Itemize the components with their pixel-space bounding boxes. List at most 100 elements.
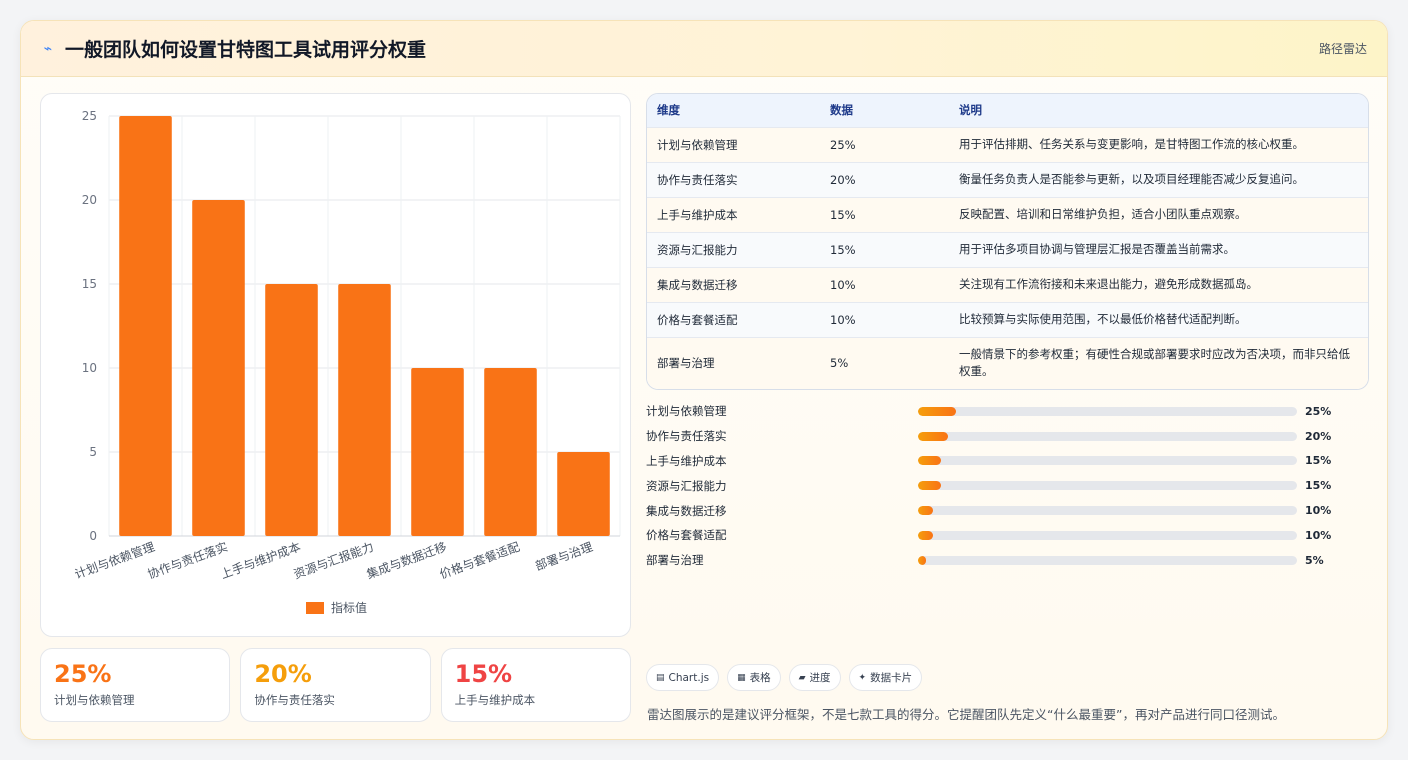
- table-cell-value: 5%: [820, 336, 949, 389]
- progress-row: 计划与依赖管理 25%: [646, 399, 1369, 424]
- progress-label: 协作与责任落实: [646, 429, 727, 444]
- y-tick-label: 15: [82, 277, 97, 291]
- tech-pill: ▦ 表格: [727, 664, 781, 691]
- stat-label: 计划与依赖管理: [54, 693, 135, 707]
- x-tick-label: 价格与套餐适配: [437, 539, 521, 582]
- progress-track: [918, 481, 1297, 491]
- progress-value: 15%: [1305, 454, 1332, 468]
- weight-table: 维度 数据 说明 计划与依赖管理 25% 用于评估排期、任务关系与变更影响，是甘特图…: [647, 94, 1368, 389]
- tech-pill-label: 数据卡片: [870, 672, 913, 684]
- tech-pill-label: 表格: [749, 672, 771, 684]
- table-icon: ▦: [737, 672, 746, 683]
- y-tick-label: 5: [89, 445, 97, 459]
- progress-track: [918, 431, 1297, 441]
- table-cell-value: 15%: [820, 196, 949, 232]
- progress-fill: [918, 456, 941, 466]
- progress-row: 协作与责任落实 20%: [646, 424, 1369, 449]
- tech-pill-label: 进度: [809, 672, 831, 684]
- tech-pill-label: Chart.js: [668, 671, 710, 684]
- progress-value: 10%: [1305, 528, 1332, 542]
- table-cell-dimension: 部署与治理: [647, 336, 820, 389]
- x-tick-label: 协作与责任落实: [145, 539, 229, 582]
- stat-card: 25% 计划与依赖管理: [40, 648, 231, 722]
- y-tick-label: 25: [82, 109, 97, 123]
- legend-swatch: [306, 602, 324, 614]
- stat-card: 20% 协作与责任落实: [240, 648, 431, 722]
- y-tick-label: 20: [82, 193, 97, 207]
- stat-value: 25%: [54, 660, 112, 688]
- table-header-data: 数据: [830, 103, 853, 118]
- progress-value: 10%: [1305, 504, 1332, 518]
- y-tick-label: 0: [89, 529, 97, 543]
- table-row: 上手与维护成本 15% 反映配置、培训和日常维护负担，适合小团队重点观察。: [647, 196, 1368, 232]
- progress-track: [918, 555, 1297, 565]
- tech-pills: ▤ Chart.js ▦ 表格 ▰ 进度 ✦ 数据卡片: [646, 664, 923, 691]
- table-cell-description: 关注现有工作流衔接和未来退出能力，避免形成数据孤岛。: [949, 266, 1368, 302]
- x-tick-label-group: 上手与维护成本: [219, 540, 303, 582]
- table-cell-description: 用于评估多项目协调与管理层汇报是否覆盖当前需求。: [949, 231, 1368, 267]
- table-cell-description: 反映配置、培训和日常维护负担，适合小团队重点观察。: [949, 196, 1368, 232]
- x-tick-label-group: 部署与治理: [533, 539, 595, 574]
- x-tick-label: 计划与依赖管理: [72, 539, 156, 582]
- bar: [192, 200, 245, 536]
- table-cell-dimension: 集成与数据迁移: [647, 266, 820, 302]
- spark-icon: ⌁: [43, 40, 53, 57]
- progress-label: 资源与汇报能力: [646, 478, 727, 493]
- progress-label: 计划与依赖管理: [646, 404, 727, 419]
- table-cell-description: 一般情景下的参考权重；有硬性合规或部署要求时应改为否决项，而非只给低权重。: [949, 336, 1368, 389]
- progress-fill: [918, 406, 956, 416]
- progress-track: [918, 456, 1297, 466]
- x-tick-label-group: 协作与责任落实: [145, 539, 229, 582]
- table-cell-value: 15%: [820, 231, 949, 267]
- progress-value: 5%: [1305, 553, 1324, 567]
- x-tick-label: 资源与汇报能力: [291, 539, 375, 582]
- table-cell-value: 25%: [820, 126, 949, 162]
- bar: [484, 368, 537, 536]
- progress-track: [918, 406, 1297, 416]
- table-row: 计划与依赖管理 25% 用于评估排期、任务关系与变更影响，是甘特图工作流的核心权重。: [647, 126, 1368, 162]
- bar: [338, 284, 391, 536]
- footnote: 雷达图展示的是建议评分框架，不是七款工具的得分。它提醒团队先定义“什么最重要”，…: [647, 707, 1285, 722]
- progress-fill: [918, 431, 949, 441]
- table-row: 资源与汇报能力 15% 用于评估多项目协调与管理层汇报是否覆盖当前需求。: [647, 231, 1368, 267]
- stat-card: 15% 上手与维护成本: [440, 648, 631, 722]
- progress-fill: [918, 555, 926, 565]
- stat-cards: 25% 计划与依赖管理 20% 协作与责任落实 15% 上手与维护成本: [40, 648, 631, 722]
- x-tick-label-group: 价格与套餐适配: [437, 539, 521, 582]
- main-card: ⌁ 一般团队如何设置甘特图工具试用评分权重 路径雷达 0 5 10 15 20 25 计划与…: [20, 20, 1388, 740]
- progress-fill: [918, 530, 934, 540]
- tech-pill: ▤ Chart.js: [646, 664, 720, 691]
- table-cell-description: 衡量任务负责人是否能参与更新，以及项目经理能否减少反复追问。: [949, 161, 1368, 197]
- header: ⌁ 一般团队如何设置甘特图工具试用评分权重 路径雷达: [21, 21, 1387, 77]
- progress-row: 价格与套餐适配 10%: [646, 523, 1369, 548]
- stat-label: 协作与责任落实: [254, 693, 335, 707]
- progress-icon: ▰: [798, 672, 806, 683]
- x-tick-label: 集成与数据迁移: [364, 539, 448, 582]
- bar: [265, 284, 318, 536]
- x-tick-label-group: 资源与汇报能力: [291, 539, 375, 582]
- bar: [411, 368, 464, 536]
- bar-chart: 0 5 10 15 20 25 计划与依赖管理协作与责任落实上手与维护成本资源与汇报能力集成…: [72, 109, 621, 615]
- x-tick-label: 部署与治理: [533, 539, 595, 574]
- legend-label: 指标值: [331, 600, 367, 615]
- progress-label: 集成与数据迁移: [646, 503, 727, 518]
- progress-row: 集成与数据迁移 10%: [646, 498, 1369, 523]
- table-cell-value: 20%: [820, 161, 949, 197]
- y-tick-label: 10: [82, 361, 97, 375]
- sparkle-icon: ✦: [858, 672, 867, 683]
- tech-pill: ✦ 数据卡片: [848, 664, 923, 691]
- progress-track: [918, 530, 1297, 540]
- bar: [119, 116, 172, 536]
- title-wrap: ⌁ 一般团队如何设置甘特图工具试用评分权重: [41, 35, 426, 62]
- table-cell-dimension: 协作与责任落实: [647, 161, 820, 197]
- progress-fill: [918, 481, 941, 491]
- weight-table-panel: 维度 数据 说明 计划与依赖管理 25% 用于评估排期、任务关系与变更影响，是甘特图…: [646, 93, 1369, 390]
- tech-pill: ▰ 进度: [788, 664, 841, 691]
- table-cell-description: 用于评估排期、任务关系与变更影响，是甘特图工作流的核心权重。: [949, 126, 1368, 162]
- table-cell-description: 比较预算与实际使用范围，不以最低价格替代适配判断。: [949, 301, 1368, 337]
- progress-label: 上手与维护成本: [646, 453, 727, 468]
- table-cell-dimension: 计划与依赖管理: [647, 126, 820, 162]
- x-tick-label-group: 计划与依赖管理: [72, 539, 156, 582]
- progress-value: 25%: [1305, 404, 1332, 418]
- x-tick-label: 上手与维护成本: [219, 540, 303, 582]
